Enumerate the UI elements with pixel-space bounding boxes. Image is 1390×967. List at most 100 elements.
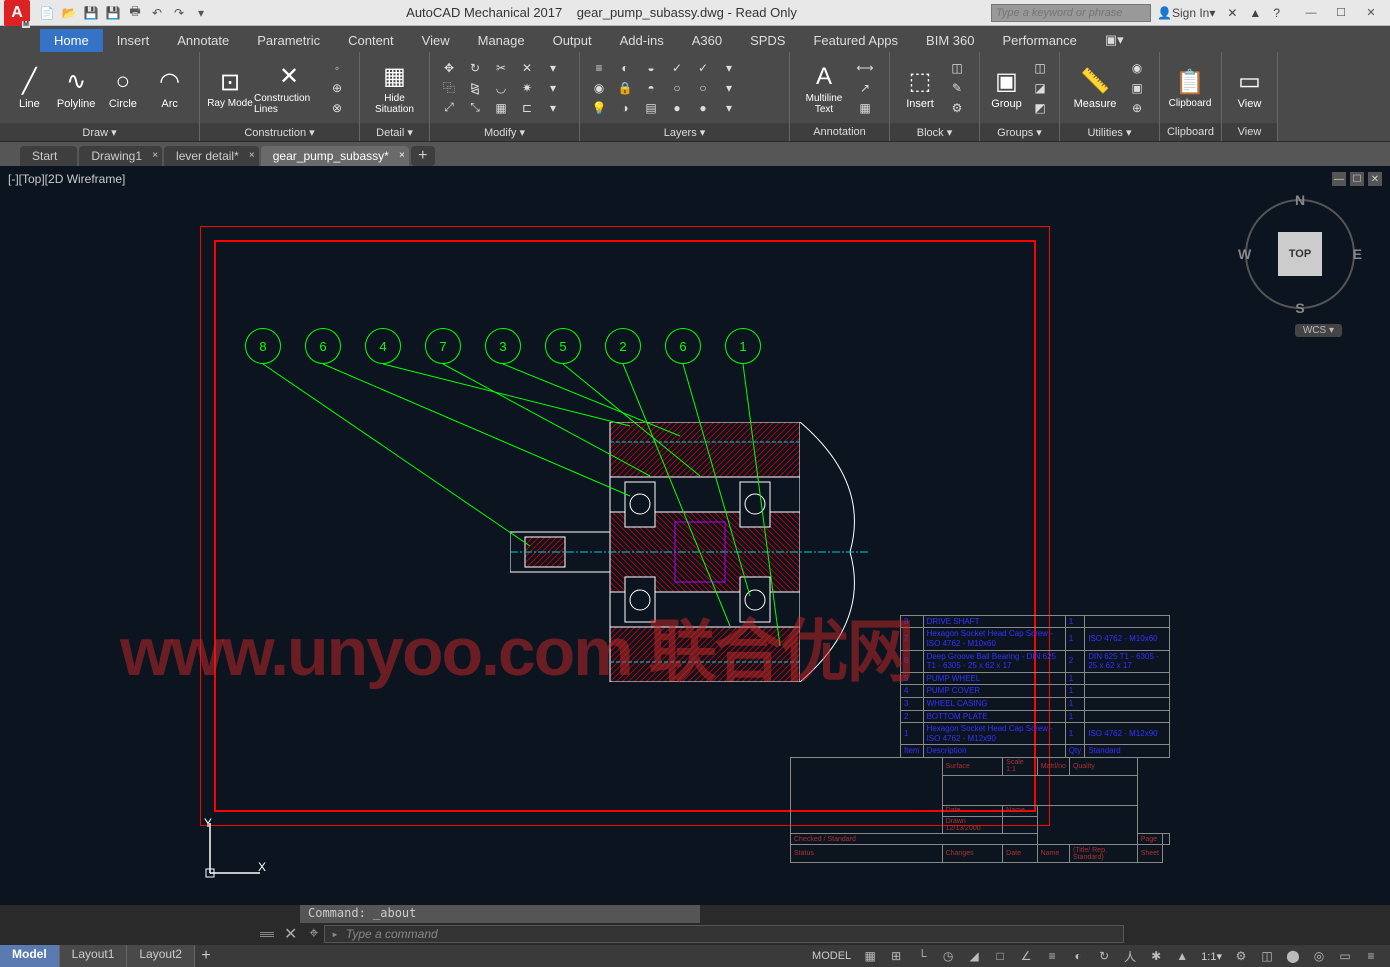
l14[interactable]: ▾ <box>718 78 740 98</box>
table-icon[interactable]: ▦ <box>854 98 876 118</box>
qat-new-icon[interactable]: 📄 <box>37 3 57 23</box>
panel-utilities-title[interactable]: Utilities ▾ <box>1060 123 1159 141</box>
polyline-button[interactable]: ∿Polyline <box>53 55 100 121</box>
attr-icon[interactable]: ⚙ <box>946 98 968 118</box>
offset-icon[interactable]: ⊏ <box>516 98 538 118</box>
copy-icon[interactable]: ⿻ <box>438 78 460 98</box>
dim-icon[interactable]: ⟷ <box>854 58 876 78</box>
close-icon[interactable]: × <box>399 150 405 161</box>
view-button[interactable]: ▭View <box>1228 55 1271 121</box>
l13[interactable]: ▾ <box>718 58 740 78</box>
l11[interactable]: ○ <box>692 78 714 98</box>
monitor-icon[interactable]: ◫ <box>1256 947 1278 965</box>
close-icon[interactable]: × <box>249 150 255 161</box>
clipboard-button[interactable]: 📋Clipboard <box>1166 55 1214 121</box>
add-tab-button[interactable]: + <box>411 146 435 166</box>
measure-button[interactable]: 📏Measure <box>1066 55 1124 121</box>
constructionlines-button[interactable]: ✕Construction Lines <box>254 55 324 121</box>
rotate-icon[interactable]: ↻ <box>464 58 486 78</box>
explode-icon[interactable]: ✷ <box>516 78 538 98</box>
isolate-icon[interactable]: ◎ <box>1308 947 1330 965</box>
doc-tab-gearpump[interactable]: gear_pump_subassy*× <box>261 146 409 166</box>
l7[interactable]: ✓ <box>666 58 688 78</box>
layout-add-button[interactable]: + <box>195 945 217 967</box>
polar-icon[interactable]: ◷ <box>937 947 959 965</box>
leader-icon[interactable]: ↗ <box>854 78 876 98</box>
panel-detail-title[interactable]: Detail ▾ <box>360 123 429 141</box>
exchange-icon[interactable]: ✕ <box>1227 6 1237 20</box>
trim-icon[interactable]: ✂ <box>490 58 512 78</box>
cmd-handle[interactable] <box>260 932 274 937</box>
l4[interactable]: ◒ <box>640 58 662 78</box>
scale-icon[interactable]: ⤡ <box>464 98 486 118</box>
mtext-button[interactable]: AMultiline Text <box>796 55 852 121</box>
isodraft-icon[interactable]: ◢ <box>963 947 985 965</box>
doc-tab-drawing1[interactable]: Drawing1× <box>79 146 162 166</box>
close-button[interactable]: ✕ <box>1356 3 1386 23</box>
layerprop-icon[interactable]: ≡ <box>588 58 610 78</box>
qat-open-icon[interactable]: 📂 <box>59 3 79 23</box>
ribbon-tab-performance[interactable]: Performance <box>988 29 1090 52</box>
u1[interactable]: ◉ <box>1126 58 1148 78</box>
scale-dropdown[interactable]: 1:1▾ <box>1197 950 1226 963</box>
edit-icon[interactable]: ✎ <box>946 78 968 98</box>
qat-more-icon[interactable]: ▾ <box>191 3 211 23</box>
osnap-icon[interactable]: □ <box>989 947 1011 965</box>
minimize-button[interactable]: — <box>1296 3 1326 23</box>
layeroff-icon[interactable]: 💡 <box>588 98 610 118</box>
viewcube[interactable]: N S E W TOP <box>1240 194 1360 314</box>
l15[interactable]: ▾ <box>718 98 740 118</box>
raymode-button[interactable]: ⊡Ray Mode <box>206 55 254 121</box>
array-icon[interactable]: ▦ <box>490 98 512 118</box>
command-input[interactable]: ▸ Type a command <box>324 925 1124 943</box>
grid-icon[interactable]: ▦ <box>859 947 881 965</box>
ortho-icon[interactable]: └ <box>911 947 933 965</box>
compass-east[interactable]: E <box>1353 246 1362 262</box>
help-icon[interactable]: ? <box>1273 6 1280 20</box>
a360-icon[interactable]: ▲ <box>1249 6 1261 20</box>
hardware-icon[interactable]: ⬤ <box>1282 947 1304 965</box>
stretch-icon[interactable]: ⤢ <box>438 98 460 118</box>
l9[interactable]: ● <box>666 98 688 118</box>
l1[interactable]: ◐ <box>614 58 636 78</box>
arc-button[interactable]: ◠Arc <box>146 55 193 121</box>
l10[interactable]: ✓ <box>692 58 714 78</box>
lwt-icon[interactable]: ≡ <box>1041 947 1063 965</box>
modify-mini1[interactable]: ▾ <box>542 58 564 78</box>
panel-annotation-title[interactable]: Annotation <box>790 123 889 141</box>
workspace-icon[interactable]: ⚙ <box>1230 947 1252 965</box>
ribbon-tab-featuredapps[interactable]: Featured Apps <box>799 29 912 52</box>
mirror-icon[interactable]: ⧎ <box>464 78 486 98</box>
ribbon-tab-content[interactable]: Content <box>334 29 408 52</box>
layout-tab-1[interactable]: Layout1 <box>60 945 128 967</box>
drawing-canvas[interactable]: [-][Top][2D Wireframe] — ☐ ✕ N S E W TOP… <box>0 166 1390 925</box>
viewport-label[interactable]: [-][Top][2D Wireframe] <box>8 172 125 186</box>
vp-maximize-icon[interactable]: ☐ <box>1350 172 1364 186</box>
fillet-icon[interactable]: ◡ <box>490 78 512 98</box>
g1[interactable]: ◫ <box>1029 58 1051 78</box>
panel-construction-title[interactable]: Construction ▾ <box>200 123 359 141</box>
ribbon-tab-output[interactable]: Output <box>539 29 606 52</box>
cmd-close-icon[interactable]: ✕ <box>284 924 297 944</box>
annoadd-icon[interactable]: ▲ <box>1171 947 1193 965</box>
l6[interactable]: ▤ <box>640 98 662 118</box>
otrack-icon[interactable]: ∠ <box>1015 947 1037 965</box>
cycle-icon[interactable]: ↻ <box>1093 947 1115 965</box>
doc-tab-lever[interactable]: lever detail*× <box>164 146 259 166</box>
move-icon[interactable]: ✥ <box>438 58 460 78</box>
qat-plot-icon[interactable]: 🖶 <box>125 3 145 23</box>
const-mini3[interactable]: ⊗ <box>326 98 348 118</box>
layout-tab-2[interactable]: Layout2 <box>127 945 195 967</box>
qat-undo-icon[interactable]: ↶ <box>147 3 167 23</box>
ucs-icon[interactable]: X Y <box>200 813 270 883</box>
ribbon-tab-parametric[interactable]: Parametric <box>243 29 334 52</box>
qat-redo-icon[interactable]: ↷ <box>169 3 189 23</box>
modify-mini2[interactable]: ▾ <box>542 78 564 98</box>
insert-button[interactable]: ⬚Insert <box>896 55 944 121</box>
group-button[interactable]: ▣Group <box>986 55 1027 121</box>
snap-icon[interactable]: ⊞ <box>885 947 907 965</box>
customize-icon[interactable]: ≡ <box>1360 947 1382 965</box>
ribbon-tab-spds[interactable]: SPDS <box>736 29 799 52</box>
panel-layers-title[interactable]: Layers ▾ <box>580 123 789 141</box>
g2[interactable]: ◪ <box>1029 78 1051 98</box>
